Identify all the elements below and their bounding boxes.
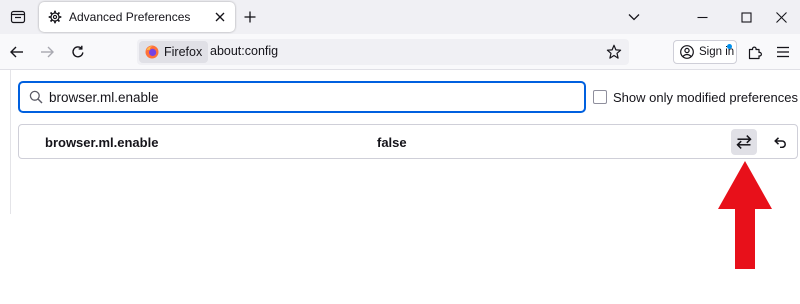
maximize-icon — [740, 11, 752, 23]
maximize-button[interactable] — [735, 7, 757, 27]
minimize-button[interactable] — [691, 7, 713, 27]
close-icon — [775, 11, 787, 23]
firefox-logo-icon — [145, 45, 159, 59]
undo-icon — [774, 137, 786, 148]
forward-button[interactable] — [36, 41, 58, 63]
preference-value: false — [377, 135, 407, 150]
about-config-page: Show only modified preferences browser.m… — [0, 70, 800, 304]
tab-title: Advanced Preferences — [69, 10, 191, 24]
reset-button[interactable] — [767, 129, 793, 155]
identity-label: Firefox — [164, 45, 203, 59]
reload-icon — [72, 45, 84, 58]
minimize-icon — [697, 16, 707, 18]
app-menu-button[interactable] — [772, 41, 794, 63]
window-close-button[interactable] — [770, 7, 792, 27]
url-text[interactable]: about:config — [210, 44, 278, 58]
forward-arrow-icon — [41, 46, 54, 58]
new-tab-button[interactable] — [240, 7, 260, 27]
address-bar[interactable]: Firefox about:config — [137, 39, 629, 65]
toggle-arrows-icon — [736, 135, 752, 149]
tab-close-button[interactable] — [213, 10, 227, 24]
preference-search-box[interactable] — [18, 81, 586, 113]
gear-icon — [48, 10, 62, 24]
navigation-toolbar: Firefox about:config Sign in — [0, 34, 800, 70]
chevron-down-icon — [628, 14, 640, 21]
extensions-button[interactable] — [744, 41, 766, 63]
reload-button[interactable] — [67, 41, 89, 63]
hamburger-menu-icon — [777, 46, 789, 58]
plus-icon — [244, 11, 256, 23]
toggle-button[interactable] — [731, 129, 757, 155]
close-icon — [215, 12, 225, 22]
preference-row[interactable]: browser.ml.enable false — [18, 124, 798, 159]
back-arrow-icon — [10, 46, 23, 58]
page-border — [10, 70, 11, 214]
notification-dot — [727, 44, 732, 49]
star-icon — [606, 44, 622, 59]
account-icon — [680, 45, 694, 59]
preference-name: browser.ml.enable — [45, 135, 159, 150]
puzzle-piece-icon — [748, 46, 762, 60]
back-button[interactable] — [6, 41, 28, 63]
tab-list-icon — [10, 10, 26, 24]
sign-in-button[interactable]: Sign in — [673, 40, 737, 64]
show-modified-checkbox[interactable] — [593, 90, 607, 104]
show-modified-label[interactable]: Show only modified preferences — [613, 90, 798, 105]
annotation-arrow — [718, 161, 772, 269]
bookmark-button[interactable] — [605, 43, 623, 61]
tab-list-button[interactable] — [4, 4, 32, 30]
tab-strip: Advanced Preferences — [0, 0, 800, 34]
tab-advanced-preferences[interactable]: Advanced Preferences — [39, 2, 235, 32]
tab-overflow-button[interactable] — [623, 7, 645, 27]
identity-box[interactable]: Firefox — [139, 41, 209, 63]
preference-search-input[interactable] — [49, 86, 549, 108]
search-icon — [29, 90, 43, 104]
